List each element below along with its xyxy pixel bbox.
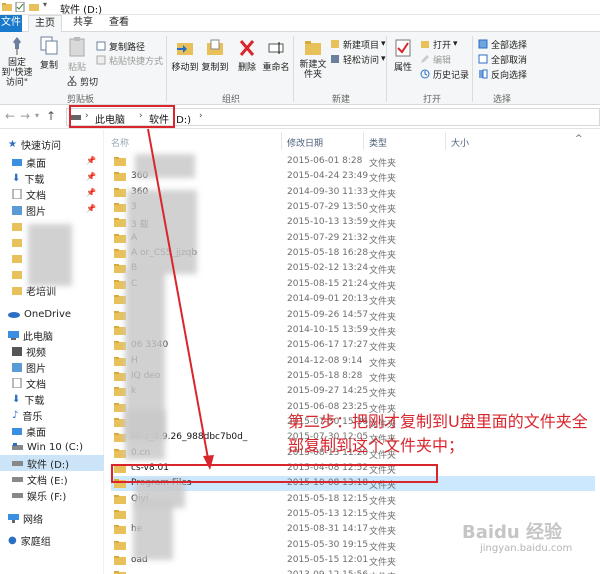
instruction-annotation: 第二步：把刚才复制到U盘里面的文件夹全部复制到这个文件夹中； [288, 412, 588, 455]
watermark-url: jingyan.baidu.com [480, 543, 573, 554]
arrowhead-icon [203, 455, 214, 470]
watermark: Baidu 经验 [462, 522, 563, 543]
annotation-arrow [147, 128, 214, 470]
